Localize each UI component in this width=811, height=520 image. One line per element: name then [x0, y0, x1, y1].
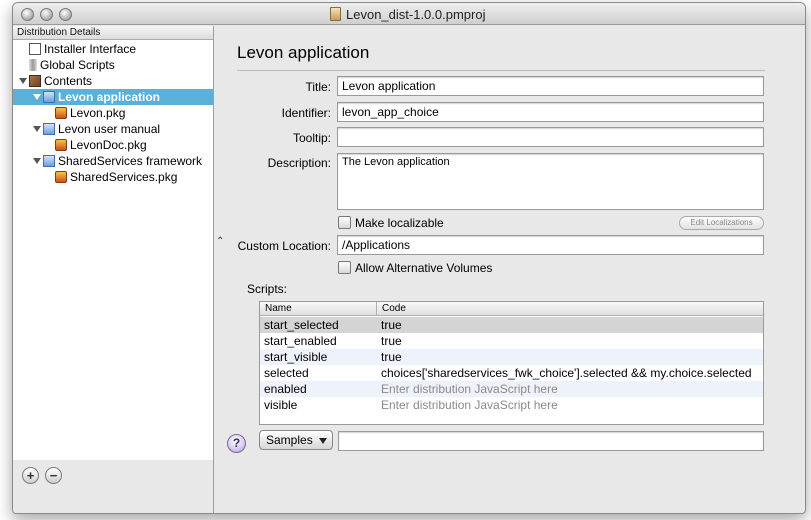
table-row[interactable]: start_enabled true	[260, 333, 763, 349]
disclosure-triangle-icon[interactable]	[33, 94, 41, 100]
sidebar-item-label: Contents	[44, 74, 93, 88]
sidebar-item-levon-pkg[interactable]: Levon.pkg	[55, 105, 213, 121]
samples-label: Samples	[266, 433, 313, 447]
script-name-cell: start_visible	[264, 350, 328, 364]
table-row[interactable]: selected choices['sharedservices_fwk_cho…	[260, 365, 763, 381]
sidebar-item-global-scripts[interactable]: Global Scripts	[29, 57, 213, 73]
disclosure-triangle-icon[interactable]	[33, 158, 41, 164]
document-icon	[330, 7, 341, 21]
sidebar-header: Distribution Details	[13, 26, 213, 40]
divider	[237, 70, 765, 71]
script-name-cell: selected	[264, 366, 309, 380]
script-code-cell[interactable]: true	[381, 333, 402, 349]
installer-window: Levon_dist-1.0.0.pmproj Distribution Det…	[12, 2, 806, 514]
disclosure-triangle-icon[interactable]	[33, 126, 41, 132]
folder-icon	[43, 123, 55, 135]
package-icon	[55, 171, 67, 183]
sidebar-bottom-bar: + −	[13, 460, 214, 513]
sidebar-item-sharedservices-pkg[interactable]: SharedServices.pkg	[55, 169, 213, 185]
add-item-button[interactable]: +	[22, 467, 39, 484]
table-row[interactable]: start_visible true	[260, 349, 763, 365]
page-title: Levon application	[237, 43, 370, 62]
script-code-cell[interactable]: Enter distribution JavaScript here	[381, 397, 558, 413]
samples-value-field[interactable]	[338, 431, 764, 451]
make-localizable-label: Make localizable	[355, 216, 444, 230]
choice-inspector: ⌃ Levon application Title: Levon applica…	[215, 26, 805, 513]
script-code-cell[interactable]: Enter distribution JavaScript here	[381, 381, 558, 397]
script-name-cell: start_enabled	[264, 334, 337, 348]
sidebar-item-levon-user-manual[interactable]: Levon user manual	[33, 121, 213, 137]
column-header-name[interactable]: Name	[260, 302, 377, 316]
script-code-cell[interactable]: true	[381, 349, 402, 365]
script-code-cell[interactable]: true	[381, 317, 402, 333]
make-localizable-checkbox[interactable]	[338, 216, 351, 229]
sidebar-item-label: Levon application	[58, 90, 161, 104]
minimize-window-button[interactable]	[40, 8, 53, 21]
disclosure-triangle-icon[interactable]	[19, 78, 27, 84]
sidebar-item-label: Global Scripts	[40, 58, 115, 72]
sidebar: Distribution Details Installer Interface…	[13, 26, 214, 460]
window-icon	[29, 43, 41, 55]
help-button[interactable]: ?	[227, 434, 246, 453]
box-icon	[29, 75, 41, 87]
folder-icon	[43, 155, 55, 167]
column-header-code[interactable]: Code	[377, 302, 763, 316]
samples-popup-button[interactable]: Samples	[259, 430, 333, 450]
script-name-cell: start_selected	[264, 318, 339, 332]
sidebar-item-installer-interface[interactable]: Installer Interface	[29, 41, 213, 57]
table-row[interactable]: start_selected true	[260, 317, 763, 333]
custom-location-field[interactable]: /Applications	[337, 235, 764, 255]
sidebar-item-sharedservices-framework[interactable]: SharedServices framework	[33, 153, 213, 169]
title-field[interactable]: Levon application	[337, 76, 764, 96]
script-name-cell: enabled	[264, 382, 307, 396]
sidebar-item-label: LevonDoc.pkg	[70, 138, 147, 152]
package-icon	[55, 107, 67, 119]
description-field[interactable]: The Levon application	[337, 153, 764, 210]
script-name-cell: visible	[264, 398, 298, 412]
sidebar-item-levondoc-pkg[interactable]: LevonDoc.pkg	[55, 137, 213, 153]
script-icon	[29, 59, 37, 71]
identifier-label: Identifier:	[281, 106, 331, 120]
identifier-field[interactable]: levon_app_choice	[337, 102, 764, 122]
edit-localizations-button[interactable]: Edit Localizations	[679, 216, 764, 230]
custom-location-label: Custom Location:	[237, 239, 331, 253]
allow-alternative-volumes-label: Allow Alternative Volumes	[355, 261, 493, 275]
title-label: Title:	[305, 80, 331, 94]
scripts-label: Scripts:	[247, 282, 288, 296]
table-row[interactable]: visible Enter distribution JavaScript he…	[260, 397, 763, 413]
script-code-cell[interactable]: choices['sharedservices_fwk_choice'].sel…	[381, 365, 752, 381]
popup-arrow-icon	[319, 438, 327, 444]
sidebar-item-levon-application[interactable]: Levon application	[13, 89, 213, 105]
remove-item-button[interactable]: −	[45, 467, 62, 484]
package-icon	[55, 139, 67, 151]
sidebar-item-label: Installer Interface	[44, 42, 137, 56]
title-bar: Levon_dist-1.0.0.pmproj	[13, 3, 805, 25]
sidebar-item-label: SharedServices framework	[58, 154, 203, 168]
description-label: Description:	[267, 156, 331, 170]
allow-alternative-volumes-checkbox[interactable]	[338, 261, 351, 274]
split-view-handle-icon[interactable]: ⌃	[216, 236, 224, 247]
window-title: Levon_dist-1.0.0.pmproj	[346, 7, 486, 22]
tooltip-label: Tooltip:	[292, 131, 331, 145]
sidebar-item-label: SharedServices.pkg	[70, 170, 178, 184]
close-window-button[interactable]	[21, 8, 34, 21]
zoom-window-button[interactable]	[59, 8, 72, 21]
tooltip-field[interactable]	[337, 127, 764, 147]
sidebar-item-contents[interactable]: Contents	[19, 73, 213, 89]
folder-icon	[43, 91, 55, 103]
table-row[interactable]: enabled Enter distribution JavaScript he…	[260, 381, 763, 397]
sidebar-item-label: Levon.pkg	[70, 106, 126, 120]
sidebar-item-label: Levon user manual	[58, 122, 161, 136]
scripts-table: Name Code start_selected true start_enab…	[259, 301, 764, 425]
